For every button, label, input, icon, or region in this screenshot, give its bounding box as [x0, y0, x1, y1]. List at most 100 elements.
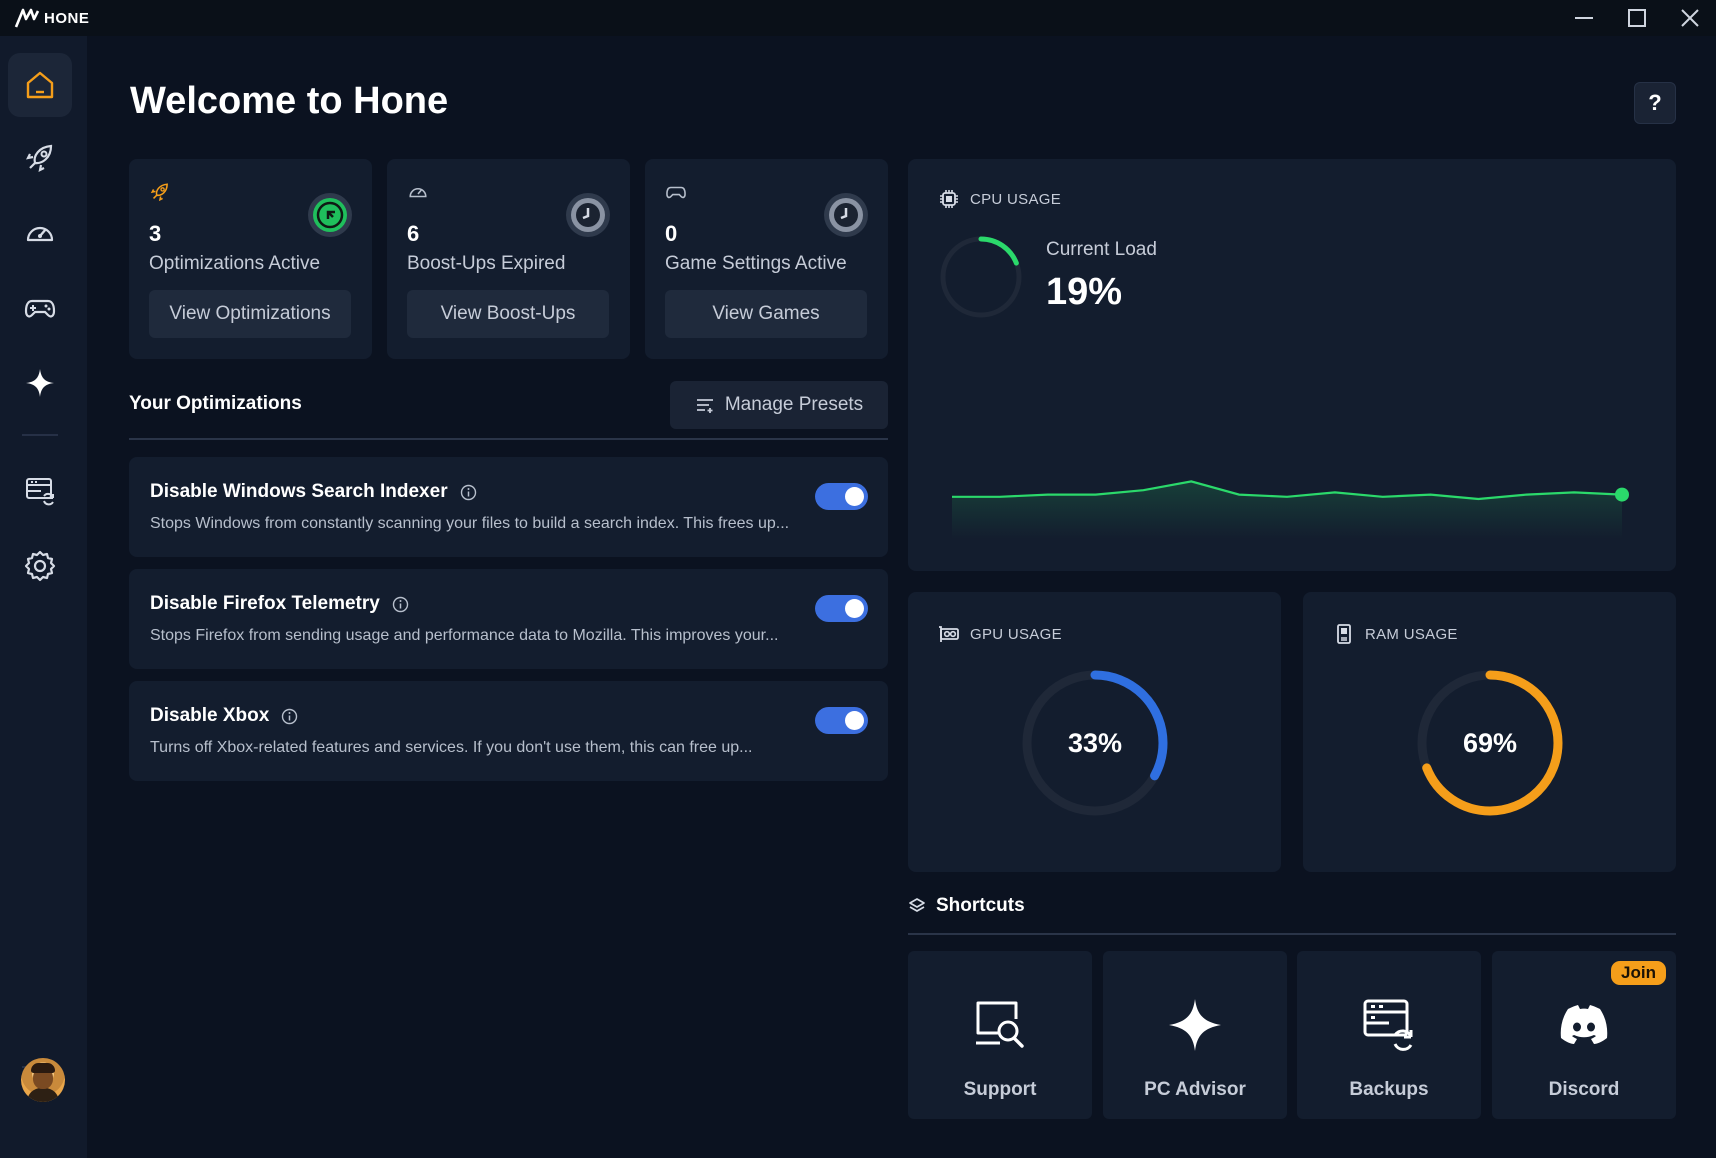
sidebar: [0, 36, 87, 1158]
presets-list-icon: [696, 399, 713, 413]
optimizations-count: 3: [149, 221, 162, 246]
page-title: Welcome to Hone: [130, 80, 449, 122]
cpu-load-value: 19%: [1046, 271, 1123, 313]
nav-backups[interactable]: [8, 459, 72, 523]
cpu-usage-title: CPU USAGE: [970, 190, 1062, 208]
optimization-description: Stops Windows from constantly scanning y…: [150, 515, 790, 532]
speedometer-icon: [409, 188, 427, 198]
close-button[interactable]: [1663, 0, 1716, 36]
shortcut-discord[interactable]: Discord Join: [1492, 951, 1676, 1119]
speedometer-icon: [26, 226, 54, 242]
app-brand: HONE: [0, 7, 89, 29]
sparkle-icon: [26, 369, 54, 397]
shortcut-label: Backups: [1349, 1079, 1429, 1100]
info-icon[interactable]: [392, 596, 409, 613]
shortcuts-title: Shortcuts: [936, 895, 1025, 916]
optimizations-divider: [129, 438, 888, 440]
support-icon: [976, 1001, 1024, 1048]
status-expired-icon: [566, 193, 610, 237]
ram-usage-panel: RAM USAGE 69%: [1303, 592, 1676, 872]
nav-pc-advisor[interactable]: [8, 351, 72, 415]
nav-optimizations[interactable]: [8, 126, 72, 190]
cpu-usage-panel: CPU USAGE Current Load 19%: [908, 159, 1676, 571]
optimization-title: Disable Xbox: [150, 705, 270, 726]
optimization-toggle[interactable]: [815, 595, 868, 622]
help-button[interactable]: ?: [1634, 82, 1676, 124]
join-badge: Join: [1611, 961, 1666, 985]
backup-icon: [1363, 999, 1413, 1051]
minimize-button[interactable]: [1557, 0, 1610, 36]
shortcut-backups[interactable]: Backups: [1297, 951, 1481, 1119]
view-games-button[interactable]: View Games: [665, 290, 867, 338]
info-icon[interactable]: [281, 708, 298, 725]
maximize-button[interactable]: [1610, 0, 1663, 36]
manage-presets-label: Manage Presets: [724, 394, 864, 415]
info-icon[interactable]: [460, 484, 477, 501]
boost-ups-label: Boost-Ups Expired: [407, 253, 566, 274]
optimization-title: Disable Windows Search Indexer: [150, 481, 448, 502]
shortcut-support[interactable]: Support: [908, 951, 1092, 1119]
view-boost-ups-button[interactable]: View Boost-Ups: [407, 290, 609, 338]
shortcut-label: PC Advisor: [1144, 1079, 1246, 1100]
shortcut-label: Discord: [1548, 1079, 1620, 1100]
cpu-graph-current-point: [1615, 487, 1629, 502]
optimizations-section-title: Your Optimizations: [129, 393, 302, 414]
app-name: HONE: [44, 9, 90, 27]
optimization-title: Disable Firefox Telemetry: [150, 593, 380, 614]
status-inactive-icon: [824, 193, 868, 237]
home-icon: [26, 71, 54, 99]
shortcuts-divider: [908, 933, 1676, 935]
shortcut-label: Support: [963, 1079, 1037, 1100]
nav-boost-ups[interactable]: [8, 201, 72, 265]
user-avatar[interactable]: [21, 1058, 65, 1102]
minimize-icon: [1574, 17, 1593, 19]
title-bar: HONE: [0, 0, 1716, 36]
games-count: 0: [665, 221, 678, 246]
nav-games[interactable]: [8, 276, 72, 340]
cpu-history-graph: [952, 480, 1629, 539]
sparkle-icon: [1169, 999, 1221, 1051]
boost-ups-count: 6: [407, 221, 420, 246]
cpu-load-label: Current Load: [1046, 239, 1157, 260]
manage-presets-button[interactable]: Manage Presets: [670, 381, 888, 429]
discord-icon: [1560, 1005, 1608, 1044]
optimization-description: Turns off Xbox-related features and serv…: [150, 739, 753, 756]
ram-usage-title: RAM USAGE: [1365, 625, 1458, 643]
gamepad-icon: [666, 186, 686, 199]
shortcuts-section-title: Shortcuts: [908, 895, 1025, 917]
rocket-icon: [26, 144, 53, 172]
games-label: Game Settings Active: [665, 253, 847, 274]
gpu-usage-title: GPU USAGE: [970, 625, 1062, 643]
optimization-toggle[interactable]: [815, 483, 868, 510]
stat-card-games: 0 Game Settings Active View Games: [645, 159, 888, 359]
close-icon: [1680, 9, 1699, 27]
ram-usage-value: 69%: [1462, 727, 1518, 758]
stat-card-optimizations: 3 Optimizations Active View Optimization…: [129, 159, 372, 359]
gpu-usage-value: 33%: [1067, 727, 1123, 758]
sidebar-divider: [22, 434, 58, 436]
maximize-icon: [1627, 9, 1646, 27]
view-optimizations-button[interactable]: View Optimizations: [149, 290, 351, 338]
optimization-description: Stops Firefox from sending usage and per…: [150, 627, 779, 644]
cpu-load-ring: [940, 236, 1022, 318]
gamepad-icon: [24, 299, 56, 318]
shortcut-pc-advisor[interactable]: PC Advisor: [1103, 951, 1287, 1119]
gpu-usage-panel: GPU USAGE 33%: [908, 592, 1281, 872]
ram-module-icon: [1337, 624, 1351, 644]
optimization-item: Disable Windows Search Indexer Stops Win…: [129, 457, 888, 557]
layers-icon: [909, 898, 925, 912]
status-active-icon: [308, 193, 352, 237]
gear-icon: [24, 550, 56, 582]
backup-icon: [26, 478, 54, 506]
optimization-item: Disable Firefox Telemetry Stops Firefox …: [129, 569, 888, 669]
gpu-card-icon: [939, 626, 959, 642]
nav-settings[interactable]: [8, 534, 72, 598]
cpu-graph-area: [952, 481, 1622, 539]
cpu-chip-icon: [940, 190, 958, 208]
rocket-icon: [150, 183, 168, 202]
hone-logo-icon: [14, 8, 40, 28]
optimization-toggle[interactable]: [815, 707, 868, 734]
optimizations-label: Optimizations Active: [149, 253, 321, 274]
nav-home[interactable]: [8, 53, 72, 117]
stat-card-boost-ups: 6 Boost-Ups Expired View Boost-Ups: [387, 159, 630, 359]
